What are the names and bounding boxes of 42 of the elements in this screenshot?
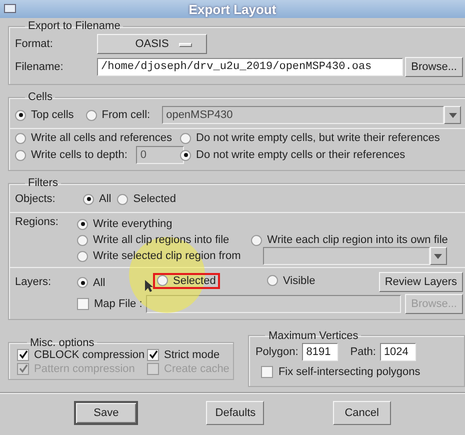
radio-label: Selected — [133, 193, 176, 205]
checkbox-label: Fix self-intersecting polygons — [278, 366, 420, 378]
dialog-button[interactable]: Cancel — [332, 400, 391, 424]
checkbox-label: Strict mode — [164, 348, 220, 360]
field-label: Layers: — [15, 276, 52, 288]
radio-label: Write cells to depth: — [31, 149, 128, 161]
format-dropdown[interactable]: OASIS — [97, 34, 207, 54]
group-title: Maximum Vertices — [267, 330, 360, 342]
radio-label: Do not write empty cells, but write their references — [196, 132, 440, 144]
radio-label: Write each clip region into its own file — [267, 234, 448, 246]
group-title: Cells — [27, 91, 54, 103]
browse-button[interactable]: Browse... — [405, 57, 463, 77]
group-title: Misc. options — [29, 336, 96, 348]
field-label: Filename: — [15, 61, 64, 73]
review-layers-button[interactable]: Review Layers — [378, 272, 463, 292]
radio-label: Write everything — [93, 218, 172, 230]
checkbox-label: Map File : — [94, 298, 142, 310]
field-label: Regions: — [15, 216, 60, 228]
dialog-button[interactable]: Save — [74, 400, 138, 424]
polygon-field[interactable]: 8191 — [302, 342, 338, 360]
checkbox-label: CBLOCK compression — [34, 348, 145, 360]
radio-label: Write all clip regions into file — [93, 234, 230, 246]
filename-field[interactable]: /home/djoseph/drv_u2u_2019/openMSP430.oas — [97, 58, 404, 76]
dialog-button[interactable]: Defaults — [206, 400, 264, 424]
group-title: Filters — [27, 177, 59, 189]
radio-label: All — [93, 276, 106, 288]
field-label: Format: — [15, 38, 54, 50]
radio-label: From cell: — [102, 109, 150, 121]
radio-label: Do not write empty cells or their references — [196, 149, 406, 161]
field-label: Path: — [350, 346, 376, 358]
window-title: Export Layout — [188, 2, 276, 16]
radio-label: Visible — [283, 274, 316, 287]
field-label: Polygon: — [255, 346, 298, 358]
radio-label: Write selected clip region from — [93, 250, 241, 262]
group-title: Export to Filename — [27, 20, 122, 32]
radio-label: Selected — [173, 274, 216, 287]
radio-label: All — [99, 193, 112, 205]
path-field[interactable]: 1024 — [380, 342, 416, 360]
radio-label: Top cells — [31, 109, 74, 121]
field-label: Objects: — [15, 193, 56, 205]
depth-field[interactable]: 0 — [136, 146, 184, 164]
radio-label: Write all cells and references — [31, 132, 172, 144]
